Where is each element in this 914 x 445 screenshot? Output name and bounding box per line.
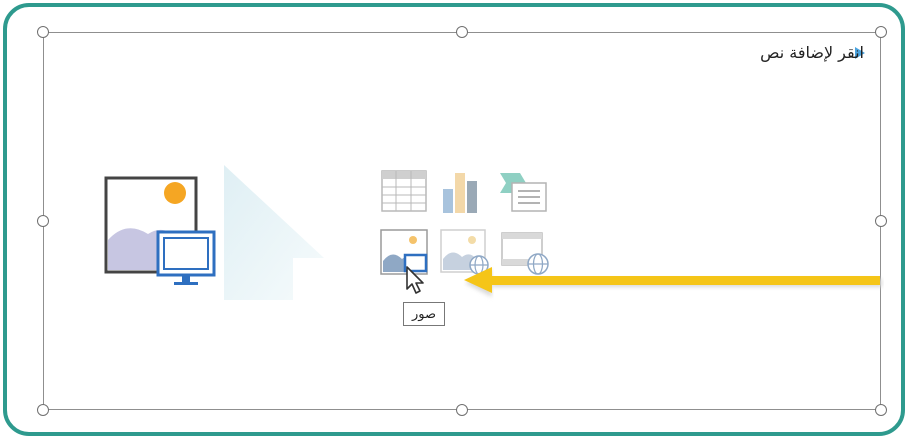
resize-handle-bottom-center[interactable] (456, 404, 468, 416)
placeholder-text[interactable]: انقر لإضافة نص (760, 43, 864, 62)
resize-handle-top-left[interactable] (37, 26, 49, 38)
table-icon[interactable] (380, 169, 428, 213)
mouse-cursor-icon (406, 266, 424, 294)
enlarged-pictures-icon (78, 150, 324, 300)
chart-icon[interactable] (441, 169, 485, 213)
resize-handle-bottom-right[interactable] (875, 404, 887, 416)
resize-handle-top-center[interactable] (456, 26, 468, 38)
smartart-icon[interactable] (498, 169, 548, 213)
pictures-tooltip: صور (403, 302, 445, 326)
resize-handle-bottom-left[interactable] (37, 404, 49, 416)
resize-handle-middle-right[interactable] (875, 215, 887, 227)
resize-handle-top-right[interactable] (875, 26, 887, 38)
yellow-arrow-annotation (464, 267, 882, 297)
resize-handle-middle-left[interactable] (37, 215, 49, 227)
